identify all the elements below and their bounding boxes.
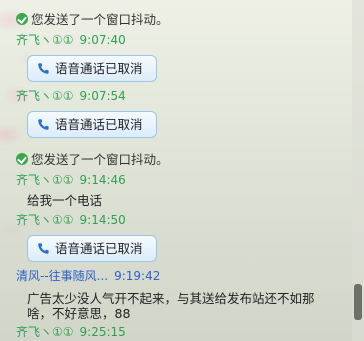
system-message: 您发送了一个窗口抖动。 [16,152,169,168]
sender-name[interactable]: 齐飞ヽ①① [16,173,74,187]
sender-line: 齐飞ヽ①① 9:25:15 [16,325,126,340]
phone-icon [38,119,49,130]
scrollbar-thumb[interactable] [354,284,362,320]
message-text: 给我一个电话 [27,193,103,208]
sender-line: 齐飞ヽ①① 9:07:54 [16,89,126,104]
sender-line: 齐飞ヽ①① 9:14:46 [16,173,126,188]
chat-history: 您发送了一个窗口抖动。 齐飞ヽ①① 9:07:40 语音通话已取消 齐飞ヽ①① 9:… [0,0,352,341]
message-time: 9:14:46 [79,173,126,187]
sender-name[interactable]: 清风--往事随风... [16,269,108,283]
check-circle-icon [16,13,28,25]
message-time: 9:07:40 [79,33,126,47]
sender-line: 齐飞ヽ①① 9:14:50 [16,213,126,228]
phone-icon [38,63,49,74]
voice-call-cancelled-bubble[interactable]: 语音通话已取消 [27,55,157,82]
sender-name[interactable]: 齐飞ヽ①① [16,33,74,47]
check-circle-icon [16,153,28,165]
system-message: 您发送了一个窗口抖动。 [16,12,169,28]
message-time: 9:25:15 [79,325,126,339]
message-text: 啥，不好意思，88 [27,306,131,321]
sender-name[interactable]: 齐飞ヽ①① [16,89,74,103]
message-time: 9:07:54 [79,89,126,103]
voice-call-cancelled-bubble[interactable]: 语音通话已取消 [27,111,157,138]
sender-line: 齐飞ヽ①① 9:07:40 [16,33,126,48]
message-time: 9:14:50 [79,213,126,227]
vertical-scrollbar[interactable] [352,0,364,341]
message-text: 广告太少没人气开不起来，与其送给发布站还不如那 [27,291,315,306]
sender-name[interactable]: 齐飞ヽ①① [16,325,74,339]
voice-call-cancelled-bubble[interactable]: 语音通话已取消 [27,235,157,262]
phone-icon [38,243,49,254]
message-time: 9:19:42 [114,269,161,283]
sender-name[interactable]: 齐飞ヽ①① [16,213,74,227]
sender-line: 清风--往事随风... 9:19:42 [16,269,160,284]
